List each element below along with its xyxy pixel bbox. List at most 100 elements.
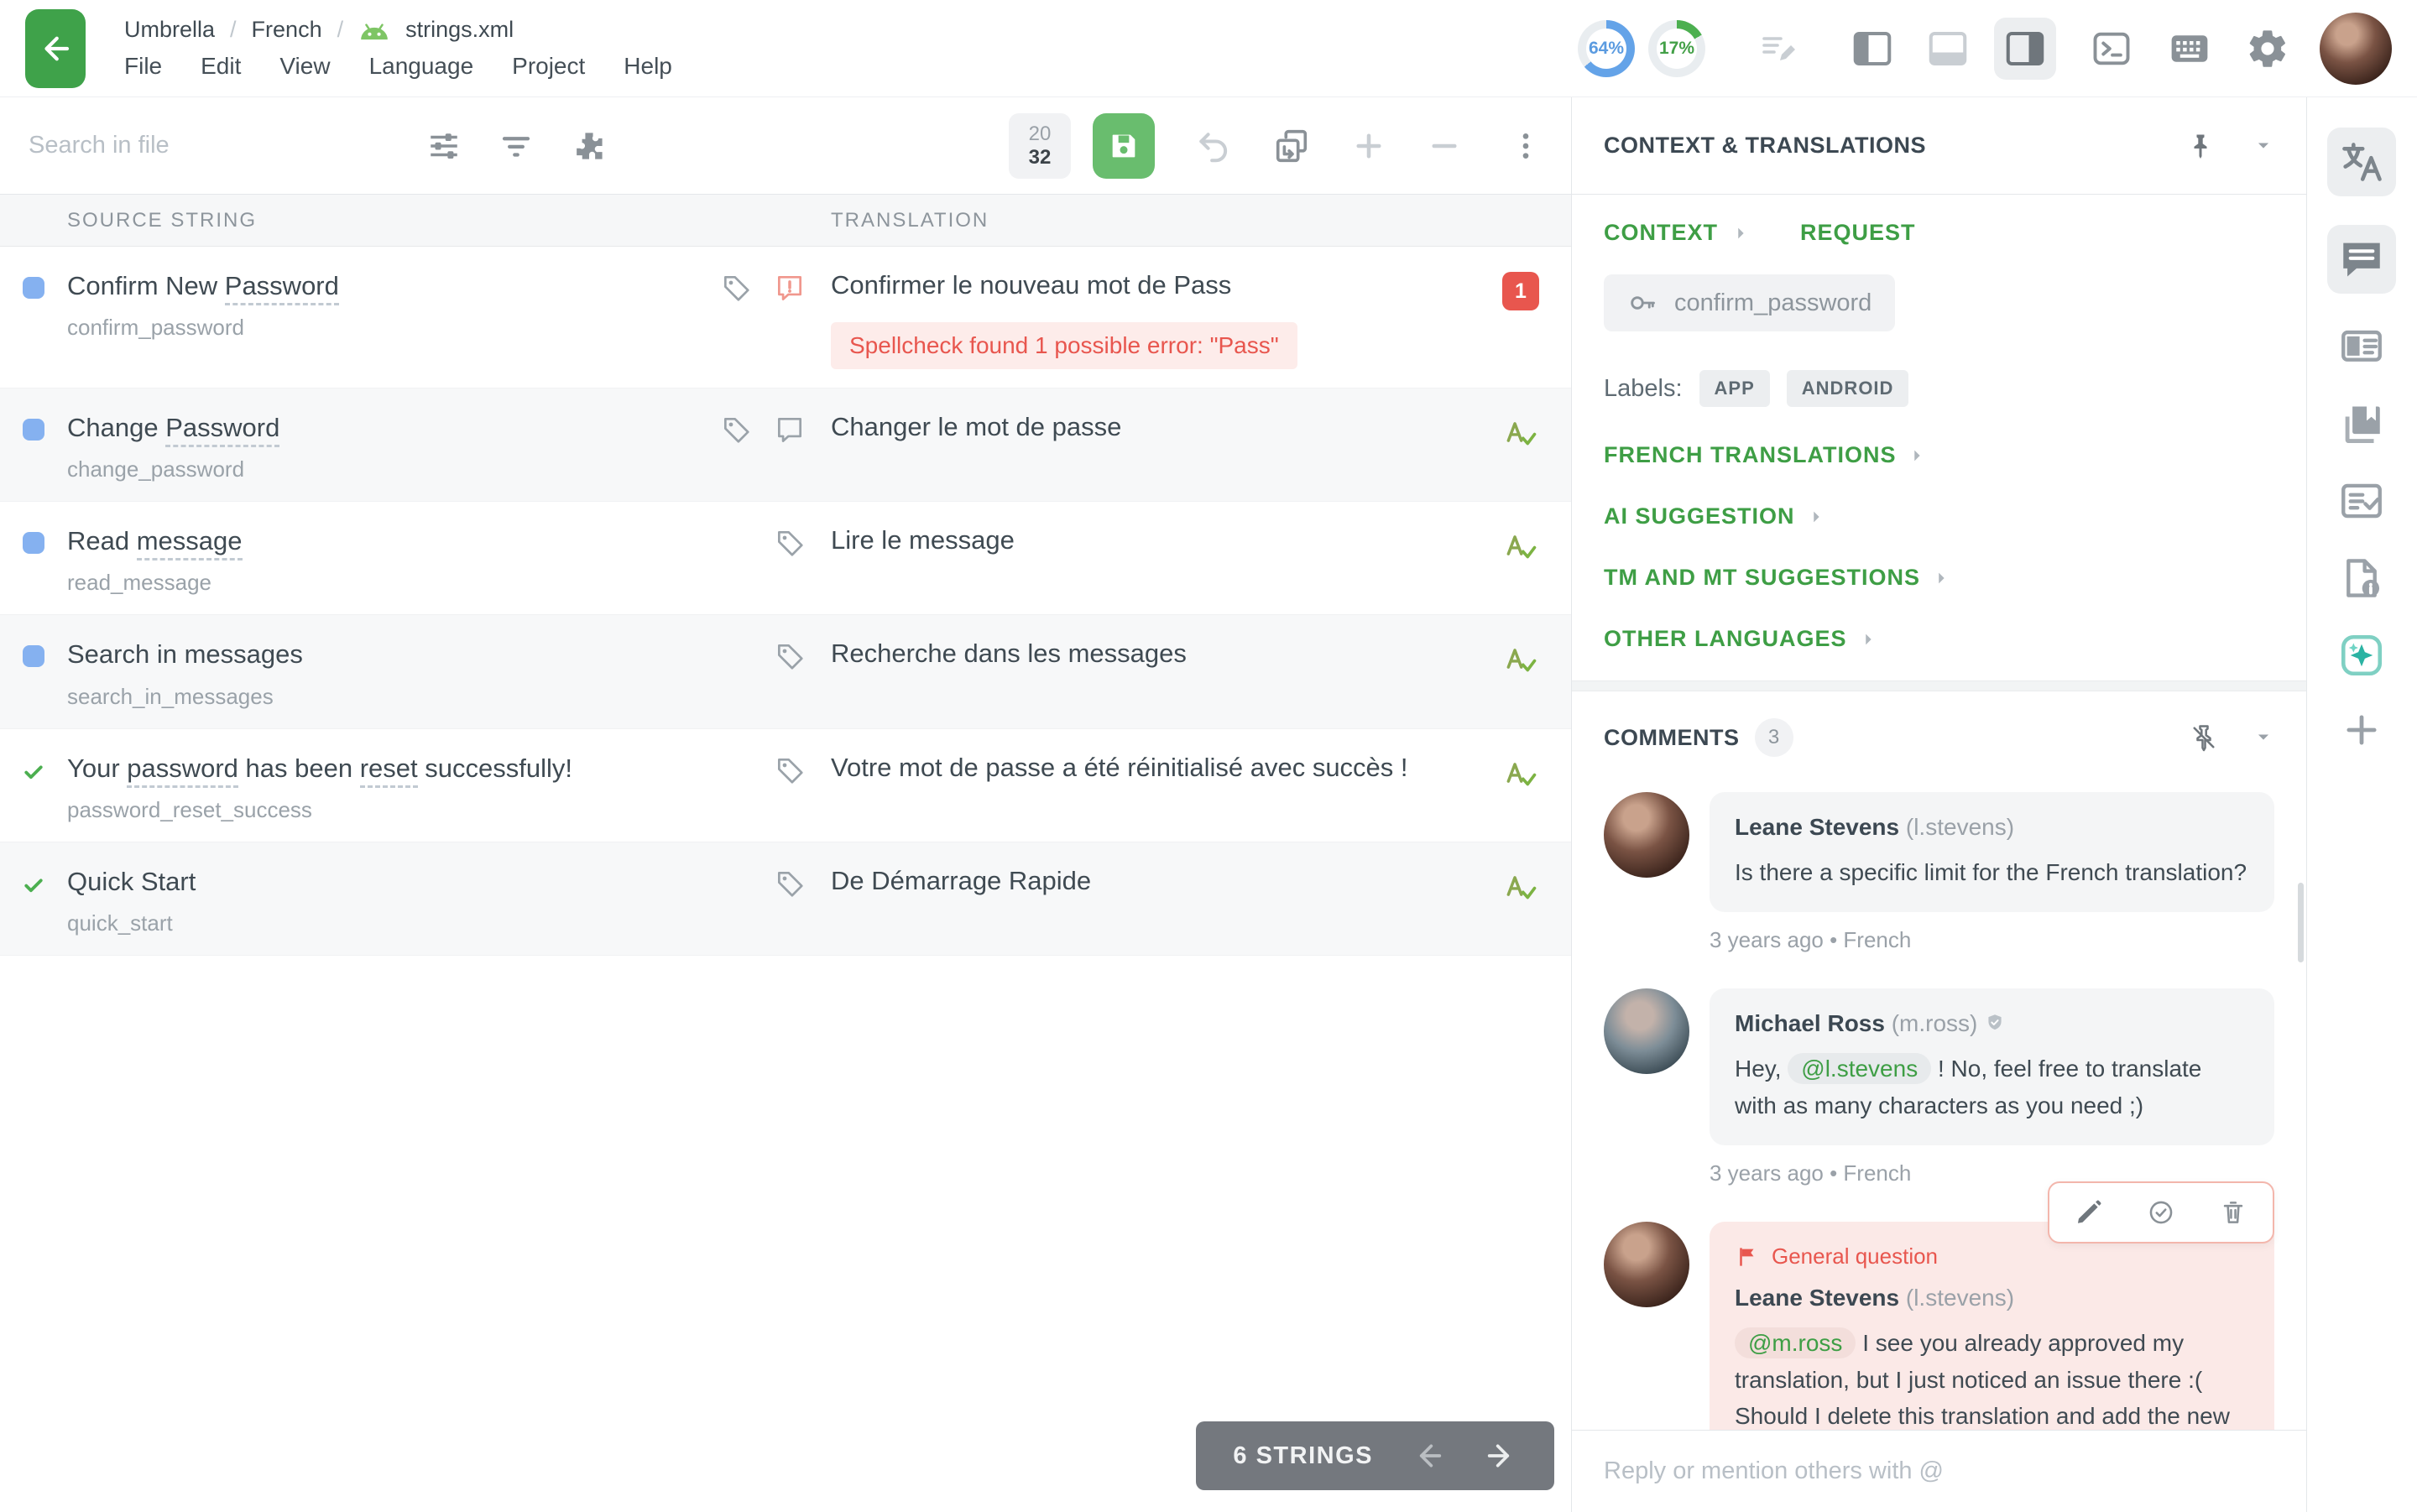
section-french-translations[interactable]: FRENCH TRANSLATIONS <box>1604 442 2274 468</box>
breadcrumb-file[interactable]: strings.xml <box>405 17 514 43</box>
plugins-puzzle-icon[interactable] <box>571 128 608 164</box>
panel-collapse-caret-icon[interactable] <box>2253 135 2274 157</box>
column-source[interactable]: SOURCE STRING <box>67 209 831 232</box>
back-button[interactable] <box>25 9 86 88</box>
mention-chip[interactable]: @m.ross <box>1735 1327 1856 1358</box>
string-key-chip[interactable]: confirm_password <box>1604 274 1895 331</box>
comment-bubble-icon[interactable] <box>774 414 806 446</box>
next-string-arrow-icon[interactable] <box>1484 1439 1517 1473</box>
untranslated-status-icon <box>23 645 44 667</box>
menu-help[interactable]: Help <box>624 53 672 80</box>
ai-assistant-panel-icon[interactable] <box>2337 631 2386 680</box>
unpin-icon[interactable] <box>2189 722 2219 753</box>
string-row-password-reset-success[interactable]: Your password has been reset successfull… <box>0 729 1571 842</box>
commenter-avatar[interactable] <box>1604 792 1689 878</box>
translation-text[interactable]: Recherche dans les messages <box>831 639 1462 669</box>
string-row-read-message[interactable]: Read message read_message Lire le messag… <box>0 502 1571 615</box>
settings-gear-icon[interactable] <box>2246 27 2289 70</box>
commenter-avatar[interactable] <box>1604 1222 1689 1307</box>
qa-checklist-panel-icon[interactable] <box>2337 477 2386 525</box>
resolve-comment-icon[interactable] <box>2147 1198 2175 1227</box>
section-ai-suggestion[interactable]: AI SUGGESTION <box>1604 503 2274 529</box>
glossary-panel-icon[interactable] <box>2337 399 2386 448</box>
string-row-change-password[interactable]: Change Password change_password Changer … <box>0 388 1571 502</box>
tag-icon[interactable] <box>720 272 752 304</box>
menu-file[interactable]: File <box>124 53 162 80</box>
translation-text[interactable]: Lire le message <box>831 525 1462 555</box>
save-button[interactable] <box>1093 113 1155 179</box>
label-chip-android[interactable]: ANDROID <box>1787 370 1909 407</box>
search-settings-icon[interactable] <box>426 128 462 164</box>
string-key: change_password <box>67 456 697 482</box>
comment-author[interactable]: Leane Stevens <box>1735 814 1899 840</box>
remove-string-icon[interactable] <box>1427 128 1462 164</box>
column-translation[interactable]: TRANSLATION <box>831 209 1571 232</box>
key-icon <box>1627 288 1657 318</box>
console-icon[interactable] <box>2090 27 2133 70</box>
pin-icon[interactable] <box>2185 131 2216 161</box>
issue-count-badge[interactable]: 1 <box>1502 272 1539 310</box>
drafts-icon[interactable] <box>1759 29 1799 69</box>
reply-input[interactable] <box>1604 1457 2274 1485</box>
string-row-confirm-password[interactable]: Confirm New Password confirm_password Co… <box>0 247 1571 388</box>
flag-icon <box>1735 1244 1760 1270</box>
breadcrumb: Umbrella / French / strings.xml <box>124 17 672 43</box>
tag-icon[interactable] <box>720 414 752 446</box>
add-panel-icon[interactable] <box>2340 708 2383 752</box>
layout-right-toggle-active[interactable] <box>1994 18 2056 80</box>
label-chip-app[interactable]: APP <box>1699 370 1770 407</box>
request-context-link[interactable]: REQUEST <box>1800 220 1916 246</box>
tag-icon[interactable] <box>774 527 806 559</box>
comments-collapse-caret-icon[interactable] <box>2253 727 2274 748</box>
breadcrumb-project[interactable]: Umbrella <box>124 17 215 43</box>
filter-icon[interactable] <box>499 128 534 164</box>
section-other-languages[interactable]: OTHER LANGUAGES <box>1604 626 2274 652</box>
string-key: password_reset_success <box>67 797 697 823</box>
layout-left-toggle[interactable] <box>1850 26 1895 71</box>
strings-count-pill: 6 STRINGS <box>1196 1421 1554 1490</box>
tag-icon[interactable] <box>774 868 806 899</box>
commenter-avatar[interactable] <box>1604 988 1689 1074</box>
comments-scrollbar[interactable] <box>2298 883 2304 962</box>
translation-text[interactable]: Confirmer le nouveau mot de Pass <box>831 270 1462 300</box>
section-tm-mt-suggestions[interactable]: TM AND MT SUGGESTIONS <box>1604 565 2274 591</box>
comment-author[interactable]: Michael Ross <box>1735 1010 1885 1036</box>
context-card-panel-icon[interactable] <box>2337 322 2386 371</box>
translation-text[interactable]: Votre mot de passe a été réinitialisé av… <box>831 753 1462 783</box>
mention-chip[interactable]: @l.stevens <box>1788 1053 1931 1084</box>
delete-comment-icon[interactable] <box>2219 1198 2247 1227</box>
search-input[interactable] <box>29 132 389 159</box>
string-row-search-in-messages[interactable]: Search in messages search_in_messages Re… <box>0 615 1571 728</box>
string-row-quick-start[interactable]: Quick Start quick_start De Démarrage Rap… <box>0 842 1571 956</box>
comment-meta: 3 years ago • French <box>1710 927 2274 953</box>
tag-icon[interactable] <box>774 640 806 672</box>
context-tab[interactable]: CONTEXT <box>1604 220 1718 246</box>
keyboard-shortcuts-icon[interactable] <box>2167 26 2212 71</box>
edit-comment-icon[interactable] <box>2075 1198 2103 1227</box>
menu-language[interactable]: Language <box>369 53 474 80</box>
approved-progress-ring[interactable]: 17% <box>1648 20 1705 77</box>
tag-icon[interactable] <box>774 754 806 786</box>
user-avatar[interactable] <box>2320 13 2392 85</box>
menu-edit[interactable]: Edit <box>201 53 241 80</box>
layout-bottom-toggle[interactable] <box>1925 26 1971 71</box>
menu-project[interactable]: Project <box>512 53 585 80</box>
more-options-icon[interactable] <box>1509 129 1543 163</box>
add-string-icon[interactable] <box>1351 128 1386 164</box>
spellcheck-ok-icon <box>1502 640 1539 677</box>
menu-view[interactable]: View <box>279 53 330 80</box>
previous-string-arrow-icon[interactable] <box>1412 1439 1445 1473</box>
file-info-panel-icon[interactable] <box>2337 554 2386 602</box>
comment-author[interactable]: Leane Stevens <box>1735 1285 1899 1311</box>
translation-text[interactable]: De Démarrage Rapide <box>831 866 1462 896</box>
undo-icon[interactable] <box>1195 128 1232 164</box>
issue-icon[interactable] <box>774 272 806 304</box>
comments-panel-icon[interactable] <box>2327 225 2396 294</box>
breadcrumb-language[interactable]: French <box>252 17 322 43</box>
strings-count-label: 6 STRINGS <box>1233 1442 1373 1470</box>
translated-progress-ring[interactable]: 64% <box>1578 20 1635 77</box>
copy-source-icon[interactable] <box>1272 127 1311 165</box>
translation-text[interactable]: Changer le mot de passe <box>831 412 1462 442</box>
comment-flag-label: General question <box>1772 1243 1938 1270</box>
translations-panel-icon[interactable] <box>2327 128 2396 196</box>
